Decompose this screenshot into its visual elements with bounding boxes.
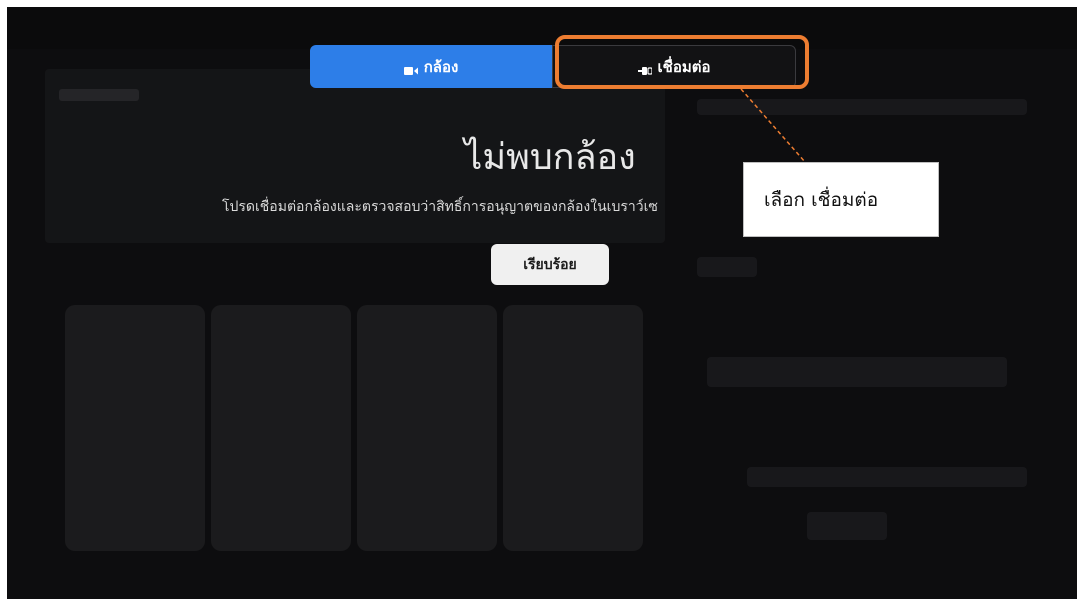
instruction-callout: เลือก เชื่อมต่อ	[743, 162, 939, 237]
instruction-callout-text: เลือก เชื่อมต่อ	[764, 188, 879, 211]
callout-leader-line	[740, 88, 806, 163]
